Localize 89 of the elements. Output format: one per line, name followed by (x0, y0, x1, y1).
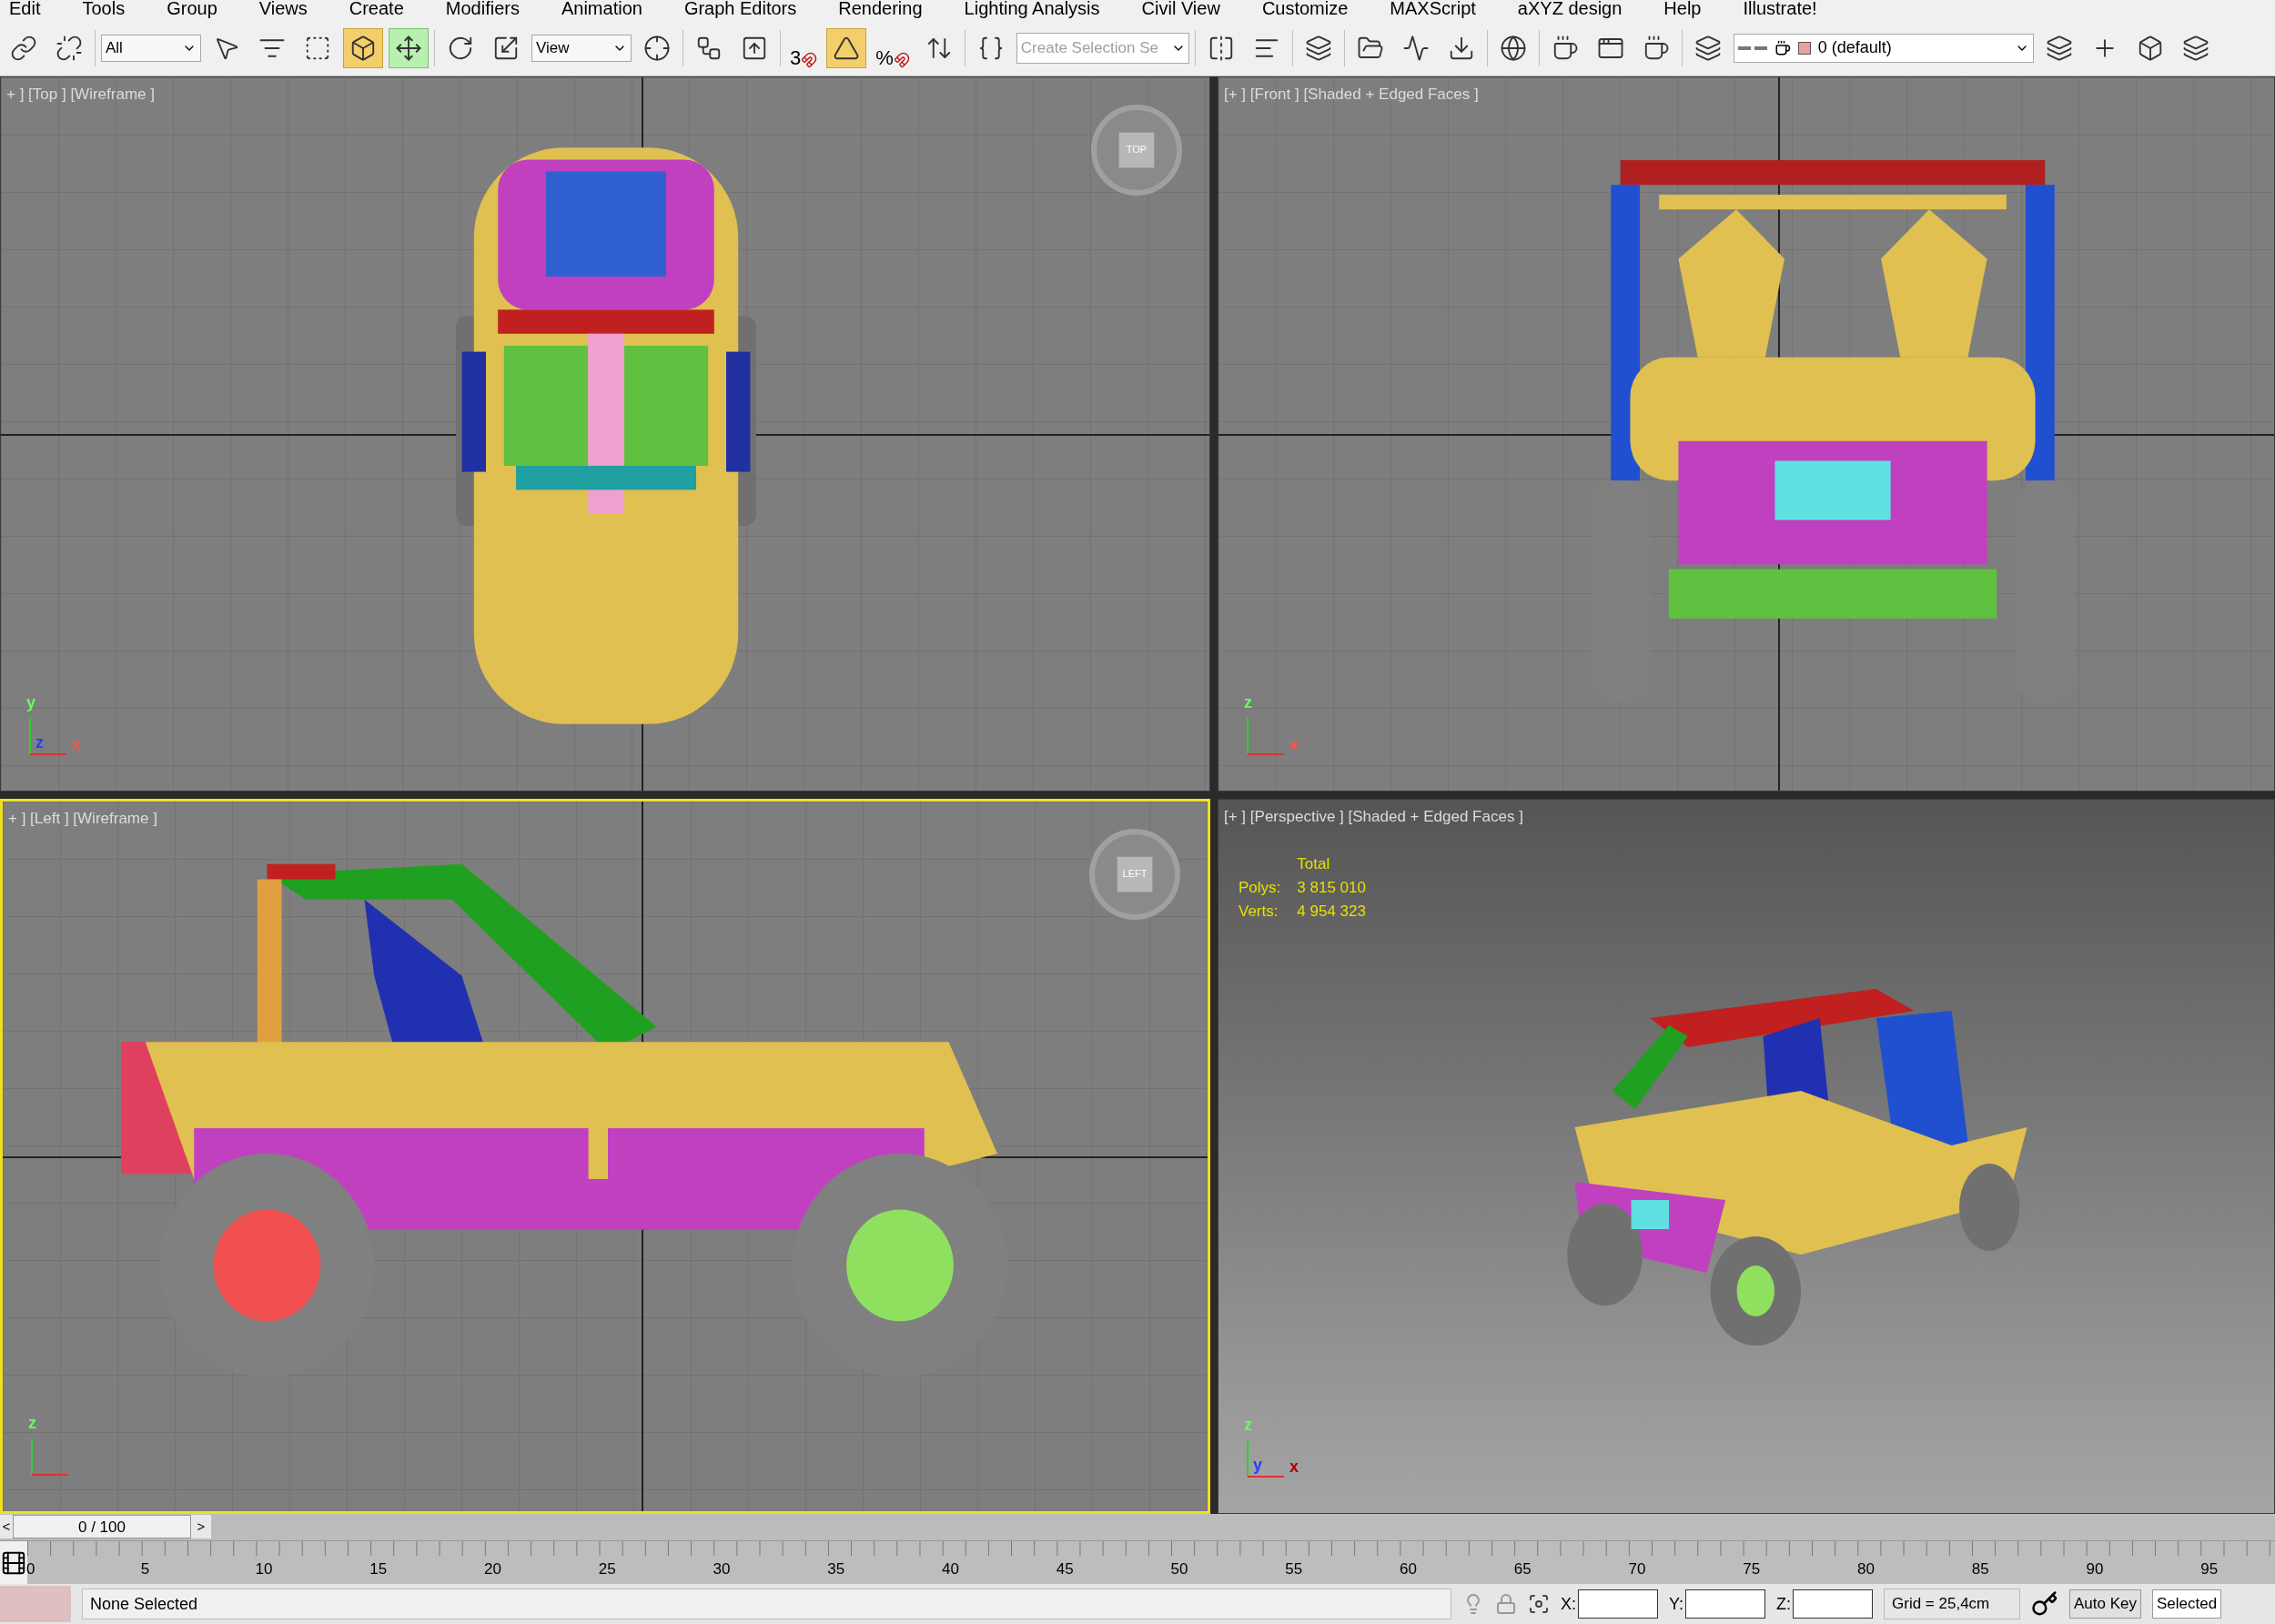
frame-tick-label: 65 (1513, 1558, 1532, 1579)
axis-label: x (1289, 1458, 1299, 1475)
axis-label: z (1244, 693, 1252, 711)
frame-tick-label: 20 (484, 1558, 501, 1579)
frame-tick-label: 80 (1857, 1558, 1875, 1579)
axis-label: x (72, 735, 81, 752)
axis-label: z (35, 733, 44, 751)
frame-tick-label: 35 (827, 1558, 845, 1579)
transform-mode-icon[interactable] (1528, 1593, 1550, 1616)
stats-value: 4 954 323 (1297, 901, 1366, 922)
frame-tick-label: 70 (1628, 1558, 1646, 1579)
menu-item[interactable]: MAXScript (1390, 0, 1476, 16)
frame-tick-label: 0 (26, 1558, 35, 1579)
stats-heading: Total (1297, 853, 1331, 874)
previous-frame-button[interactable]: < (0, 1515, 13, 1539)
curve-icon (1401, 34, 1430, 62)
move-icon (395, 34, 422, 62)
menu-item[interactable]: Rendering (838, 0, 923, 16)
cube-icon (349, 34, 377, 62)
menu-item[interactable]: Tools (82, 0, 126, 16)
frame-tick-label: 40 (942, 1558, 959, 1579)
dashed-line-icon (1737, 45, 1767, 50)
grid-size-label: Grid = 25,4cm (1884, 1589, 2021, 1620)
dropdown[interactable]: View (531, 34, 632, 62)
coordinate-label: Z: (1776, 1593, 1792, 1615)
dropdown[interactable]: All (101, 34, 201, 62)
axis-label: z (28, 1414, 36, 1431)
axis-label: z (1244, 1416, 1252, 1433)
layers-icon (1694, 34, 1722, 62)
menu-item[interactable]: Views (258, 0, 308, 16)
coordinate-field[interactable] (1578, 1589, 1658, 1619)
axis-label: y (1253, 1456, 1262, 1473)
menu-item[interactable]: Create (349, 0, 404, 16)
frame-tick-label: 95 (2200, 1558, 2219, 1579)
viewport-label[interactable]: [+ ] [Perspective ] [Shaded + Edged Faces ] (1224, 804, 1523, 829)
snap-toggle[interactable]: % (872, 27, 914, 68)
stats-label: Polys: (1239, 877, 1281, 898)
coordinate-label: Y: (1669, 1593, 1684, 1615)
teapot-icon (1774, 39, 1791, 56)
menu-item[interactable]: Modifiers (445, 0, 520, 16)
move-button[interactable] (389, 27, 429, 68)
pivot-icon (643, 34, 671, 62)
frame-tick-label: 25 (598, 1558, 616, 1579)
coordinate-field[interactable] (1685, 1589, 1766, 1619)
axis-label: x (1289, 735, 1299, 752)
coordinate-field[interactable] (1793, 1589, 1874, 1619)
layers-icon (2181, 34, 2209, 62)
cube-button[interactable] (343, 27, 383, 68)
angle-button[interactable] (826, 27, 867, 68)
menu-item[interactable]: Graph Editors (683, 0, 797, 16)
link-icon (10, 34, 37, 62)
layers-icon (2045, 34, 2073, 62)
magnet-icon (801, 51, 818, 68)
menu-item[interactable]: Group (167, 0, 217, 16)
auto-key-button[interactable]: Auto Key (2069, 1589, 2142, 1619)
magnet-icon (893, 51, 910, 68)
menu-item[interactable]: aXYZ design (1517, 0, 1623, 16)
key-mode-dropdown[interactable]: Selected (2152, 1589, 2222, 1619)
menu-item[interactable]: Civil View (1141, 0, 1220, 16)
layer-dropdown[interactable]: 0 (default) (1733, 33, 2034, 63)
viewport[interactable]: [+ ] [Perspective ] [Shaded + Edged Faces ] Total Polys: 3 815 010 Verts: 4 954 323 z y x (1218, 798, 2275, 1514)
stats-label: Verts: (1239, 901, 1279, 922)
frame-tick-label: 50 (1170, 1558, 1188, 1579)
stats-value: 3 815 010 (1297, 877, 1366, 898)
next-frame-button[interactable]: > (191, 1515, 211, 1539)
menu-item[interactable]: Edit (9, 0, 41, 16)
axis-label: y (26, 693, 35, 711)
menu-item[interactable]: Illustrate! (1743, 0, 1817, 16)
menu-item[interactable]: Customize (1261, 0, 1349, 16)
sphere-icon (1499, 34, 1527, 62)
menu-item[interactable]: Lighting Analysis (964, 0, 1100, 16)
frame-tick-label: 45 (1056, 1558, 1074, 1579)
frame-tick-label: 75 (1743, 1558, 1761, 1579)
layers-icon (1304, 34, 1332, 62)
frame-tick-label: 85 (1971, 1558, 1989, 1579)
unlink-icon (56, 34, 83, 62)
frame-tick-label: 60 (1400, 1558, 1417, 1579)
menu-item[interactable]: Help (1663, 0, 1702, 16)
frame-tick-label: 5 (140, 1558, 150, 1579)
coordinate-label: X: (1561, 1593, 1576, 1615)
snap-toggle[interactable]: 3 (786, 27, 822, 68)
frame-tick-label: 30 (713, 1558, 731, 1579)
selection-set-field[interactable]: Create Selection Se (1016, 32, 1189, 64)
menu-item[interactable]: Animation (561, 0, 642, 16)
frame-tick-label: 90 (2086, 1558, 2104, 1579)
frame-tick-label: 10 (255, 1558, 273, 1579)
status-prompt: None Selected (82, 1589, 1451, 1620)
frame-tick-label: 55 (1285, 1558, 1303, 1579)
frame-tick-label: 15 (369, 1558, 388, 1579)
